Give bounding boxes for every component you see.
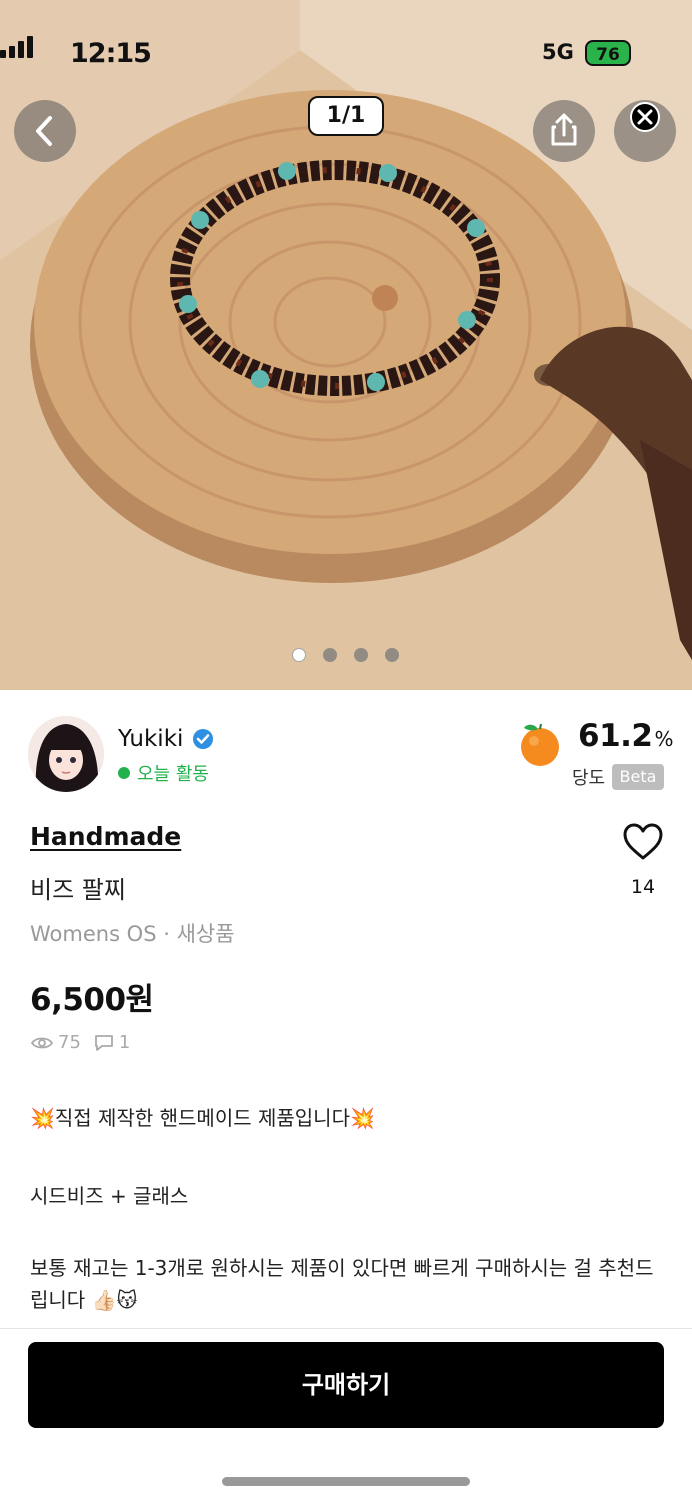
share-icon xyxy=(551,113,577,146)
carousel-dot[interactable] xyxy=(354,648,368,662)
trust-score-unit: % xyxy=(654,727,674,751)
home-indicator[interactable] xyxy=(222,1477,470,1486)
carousel-dot[interactable] xyxy=(323,648,337,662)
share-button[interactable] xyxy=(533,100,595,162)
close-icon xyxy=(630,102,660,132)
product-title: 비즈 팔찌 xyxy=(30,876,126,904)
verified-badge-icon xyxy=(193,729,213,749)
description-line: 💥직접 제작한 핸드메이드 제품입니다💥 xyxy=(30,1106,375,1130)
like-count: 14 xyxy=(630,876,656,898)
avatar-image xyxy=(28,716,104,792)
eye-icon xyxy=(30,1037,54,1048)
chevron-left-icon xyxy=(36,116,52,146)
product-price: 6,500원 xyxy=(30,982,154,1018)
product-meta: Womens OS · 새상품 xyxy=(30,922,235,946)
signal-icon xyxy=(0,36,33,58)
product-stats: 75 1 xyxy=(30,1032,130,1053)
heart-icon[interactable] xyxy=(622,822,664,862)
status-bar: 12:15 5G 76 xyxy=(0,36,692,72)
seller-section[interactable]: Yukiki 오늘 활동 61.2% 당도 Beta xyxy=(0,690,692,800)
view-count: 75 xyxy=(58,1032,81,1053)
product-category-link[interactable]: Handmade xyxy=(30,822,181,851)
carousel-dot[interactable] xyxy=(292,648,306,662)
close-button[interactable] xyxy=(614,100,676,162)
carousel-dot[interactable] xyxy=(385,648,399,662)
buy-button[interactable]: 구매하기 xyxy=(28,1342,664,1428)
battery-icon: 76 xyxy=(585,40,631,66)
description-line: 보통 재고는 1-3개로 원하시는 제품이 있다면 빠르게 구매하시는 걸 추천… xyxy=(30,1256,654,1312)
carousel-dots[interactable] xyxy=(292,648,399,662)
image-counter: 1/1 xyxy=(308,96,384,136)
comment-icon xyxy=(95,1034,113,1051)
back-button[interactable] xyxy=(14,100,76,162)
seller-name[interactable]: Yukiki xyxy=(118,726,183,752)
network-type: 5G xyxy=(542,40,574,64)
online-dot-icon xyxy=(118,767,130,779)
avatar[interactable] xyxy=(28,716,104,792)
trust-score-value: 61.2 xyxy=(578,718,653,754)
activity-label: 오늘 활동 xyxy=(137,764,209,785)
product-image[interactable]: 12:15 5G 76 1/1 xyxy=(0,0,692,690)
status-time: 12:15 xyxy=(70,38,152,69)
divider xyxy=(0,1328,692,1329)
comment-count: 1 xyxy=(118,1032,131,1053)
tangerine-icon xyxy=(521,723,559,766)
description-line: 시드비즈 + 글래스 xyxy=(30,1184,189,1208)
beta-badge: Beta xyxy=(612,764,664,790)
activity-status: 오늘 활동 xyxy=(118,760,209,786)
trust-score[interactable]: 61.2% xyxy=(578,718,674,754)
trust-score-label: 당도 xyxy=(572,768,606,789)
